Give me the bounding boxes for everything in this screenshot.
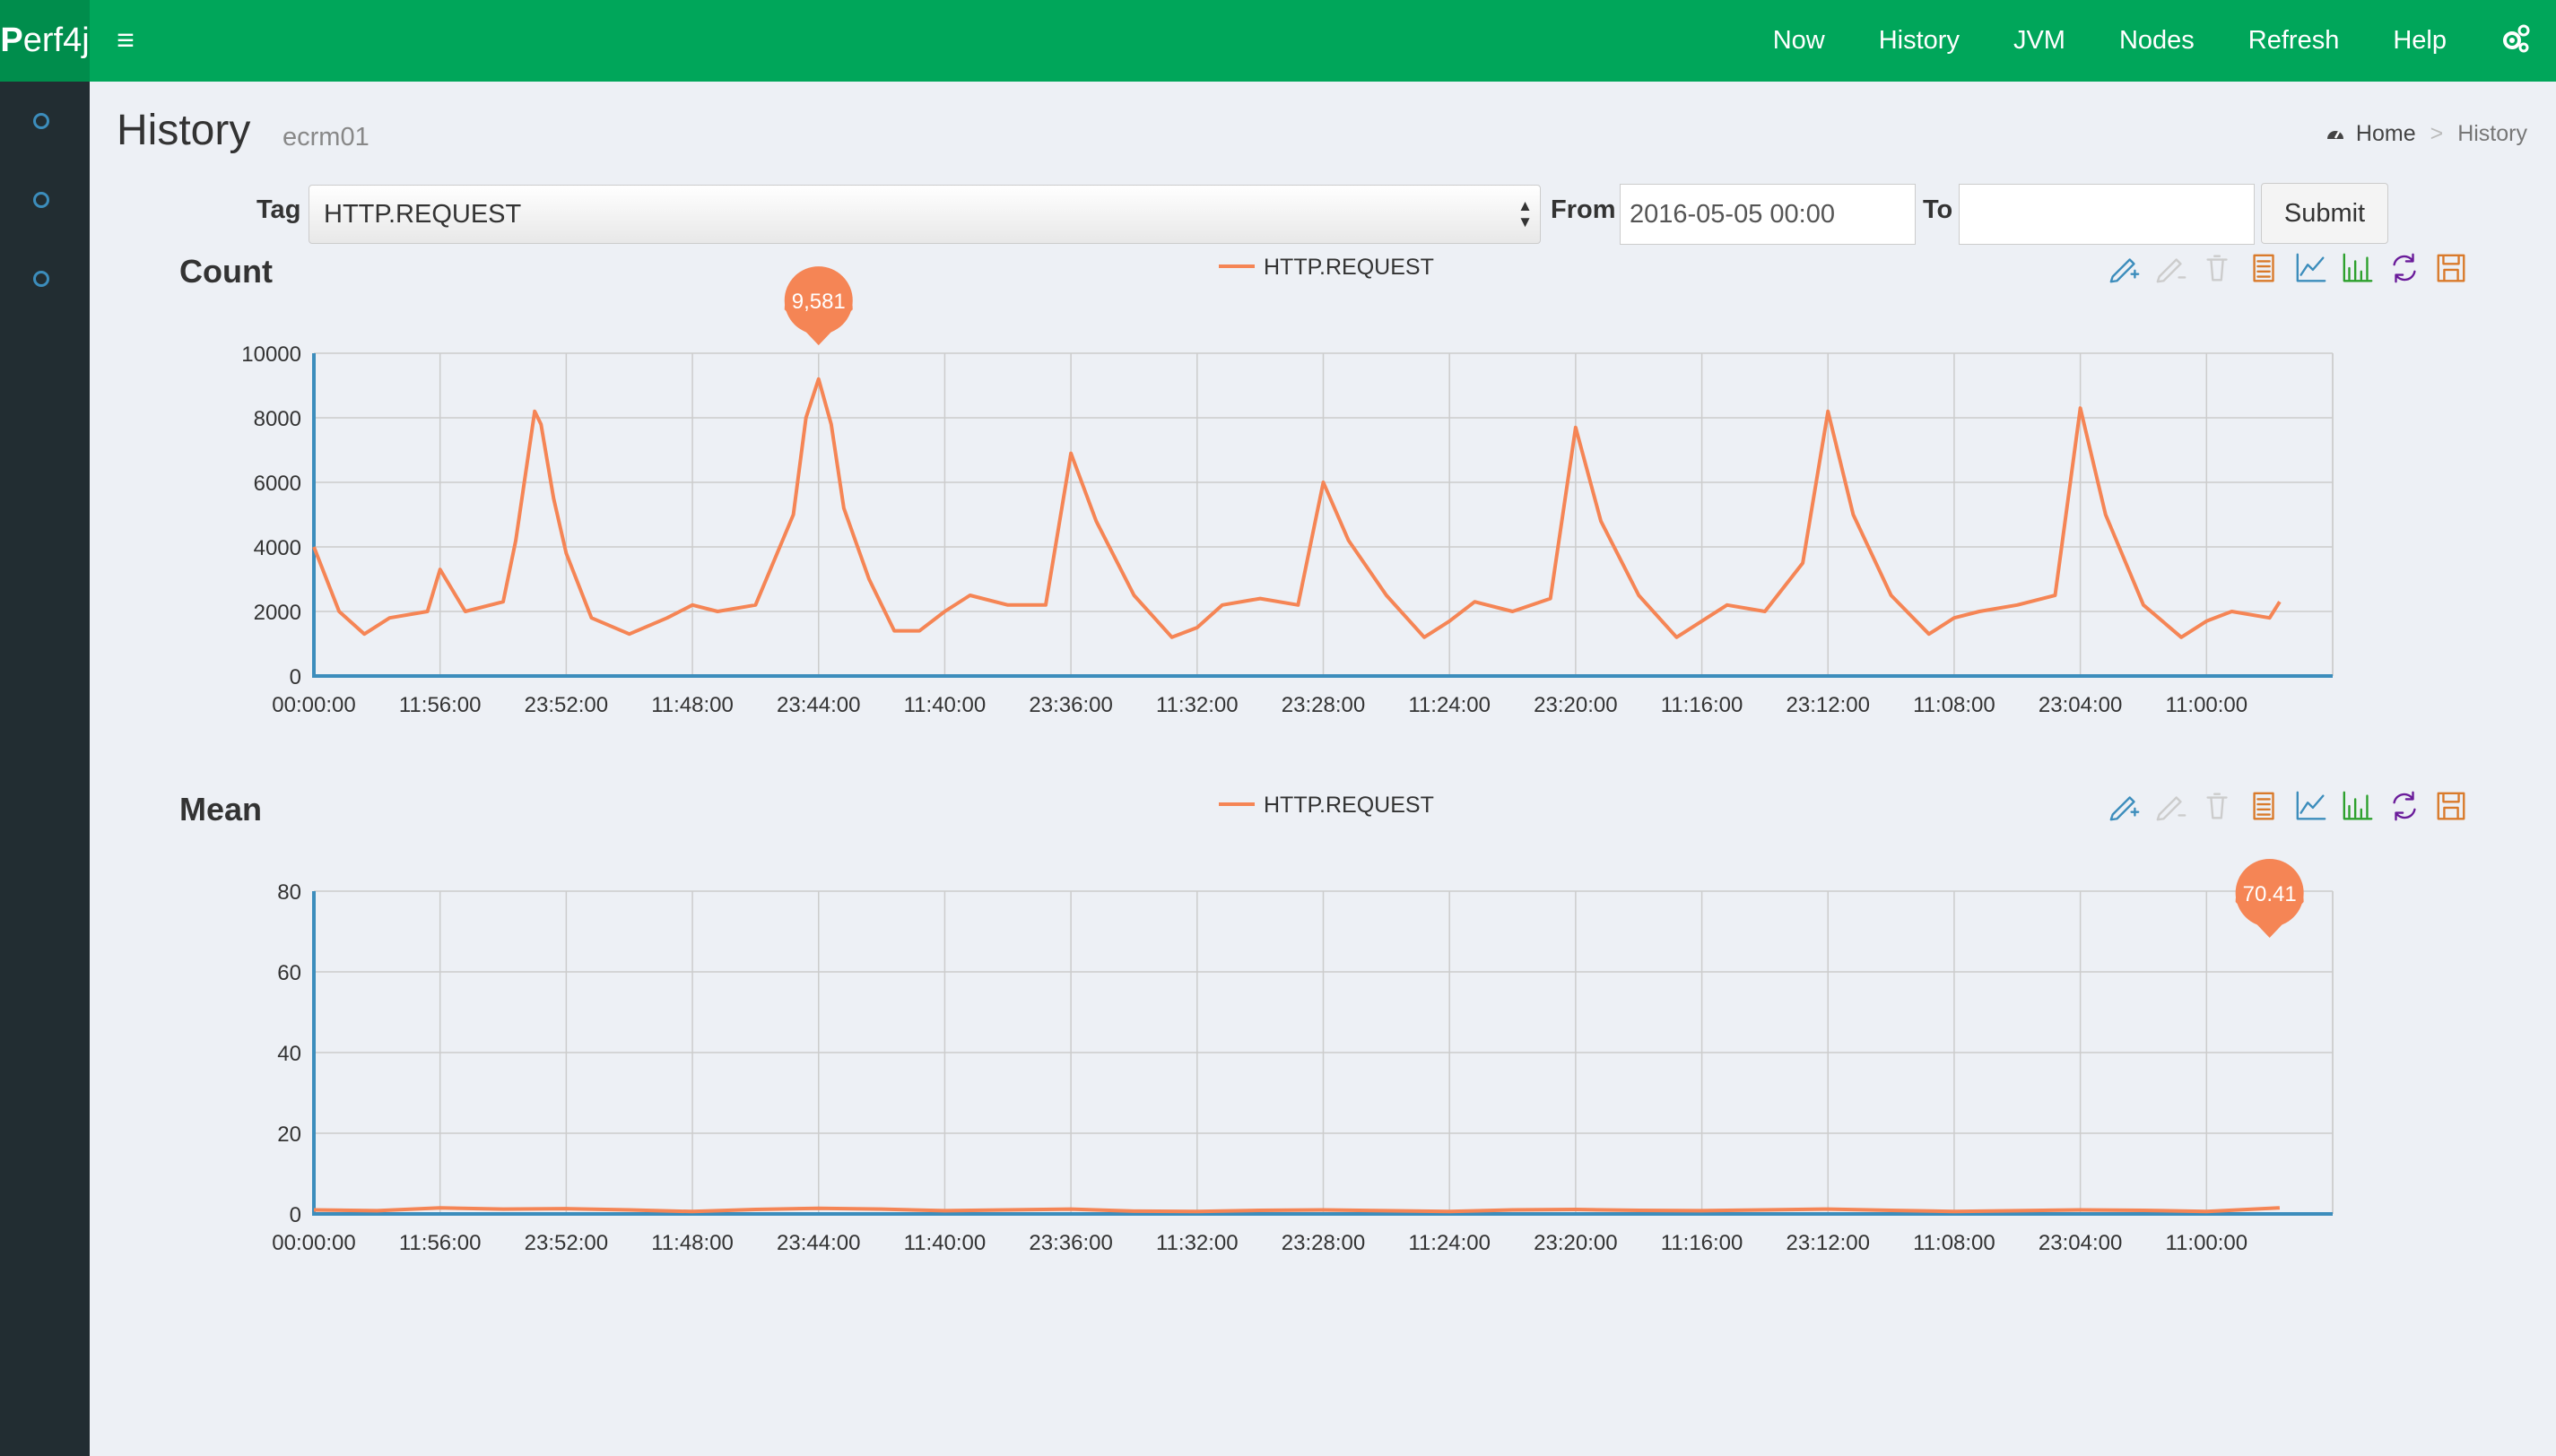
x-tick-label: 11:56:00 bbox=[399, 1231, 482, 1255]
x-tick-label: 11:32:00 bbox=[1156, 1231, 1239, 1255]
x-tick-label: 23:12:00 bbox=[1787, 693, 1870, 717]
y-tick-label: 10000 bbox=[241, 342, 301, 367]
x-tick-label: 11:48:00 bbox=[651, 1231, 734, 1255]
x-tick-label: 23:20:00 bbox=[1534, 1231, 1617, 1255]
x-tick-label: 11:40:00 bbox=[904, 693, 987, 717]
marker-label: 70.41 bbox=[2243, 882, 2297, 906]
x-tick-label: 00:00:00 bbox=[272, 693, 355, 717]
y-tick-label: 20 bbox=[277, 1122, 301, 1147]
x-tick-label: 23:04:00 bbox=[2039, 693, 2122, 717]
y-tick-label: 60 bbox=[277, 961, 301, 985]
x-tick-label: 11:48:00 bbox=[651, 693, 734, 717]
x-tick-label: 11:32:00 bbox=[1156, 693, 1239, 717]
x-tick-label: 23:36:00 bbox=[1029, 693, 1112, 717]
x-tick-label: 11:24:00 bbox=[1408, 693, 1491, 717]
x-tick-label: 11:56:00 bbox=[399, 693, 482, 717]
y-tick-label: 0 bbox=[290, 1203, 301, 1227]
legend-label: HTTP.REQUEST bbox=[1264, 793, 1434, 818]
x-tick-label: 11:08:00 bbox=[1913, 1231, 1995, 1255]
x-tick-label: 23:04:00 bbox=[2039, 1231, 2122, 1255]
x-tick-label: 11:08:00 bbox=[1913, 693, 1995, 717]
x-tick-label: 23:44:00 bbox=[777, 693, 860, 717]
x-tick-label: 11:00:00 bbox=[2165, 1231, 2247, 1255]
max-value-marker: 70.41 bbox=[2235, 859, 2304, 938]
chart-mean: 0 20 40 60 80 00:00:00 11:56:00 23:52:00 11:48:0… bbox=[272, 793, 2334, 1255]
x-tick-label: 11:16:00 bbox=[1661, 1231, 1743, 1255]
x-tick-label: 11:00:00 bbox=[2165, 693, 2247, 717]
x-tick-label: 11:16:00 bbox=[1661, 693, 1743, 717]
x-tick-label: 23:28:00 bbox=[1282, 1231, 1365, 1255]
marker-label: 9,581 bbox=[792, 290, 846, 314]
y-tick-label: 2000 bbox=[254, 601, 301, 625]
max-value-marker: 9,581 bbox=[784, 266, 853, 346]
y-tick-label: 0 bbox=[290, 665, 301, 689]
x-tick-label: 11:40:00 bbox=[904, 1231, 987, 1255]
y-tick-label: 8000 bbox=[254, 407, 301, 431]
x-tick-label: 23:12:00 bbox=[1787, 1231, 1870, 1255]
y-tick-label: 40 bbox=[277, 1042, 301, 1066]
chart-count: 0 2000 4000 6000 8000 10000 00:00:00 11:56:00 23… bbox=[241, 255, 2334, 717]
x-tick-label: 23:52:00 bbox=[525, 1231, 608, 1255]
x-tick-label: 23:44:00 bbox=[777, 1231, 860, 1255]
y-tick-label: 80 bbox=[277, 880, 301, 905]
y-tick-label: 4000 bbox=[254, 536, 301, 560]
y-tick-label: 6000 bbox=[254, 472, 301, 496]
x-tick-label: 00:00:00 bbox=[272, 1231, 355, 1255]
x-tick-label: 11:24:00 bbox=[1408, 1231, 1491, 1255]
x-tick-label: 23:20:00 bbox=[1534, 693, 1617, 717]
charts-canvas: 0 2000 4000 6000 8000 10000 00:00:00 11:56:00 23… bbox=[241, 255, 2334, 1255]
legend-label: HTTP.REQUEST bbox=[1264, 255, 1434, 280]
x-tick-label: 23:52:00 bbox=[525, 693, 608, 717]
x-tick-label: 23:36:00 bbox=[1029, 1231, 1112, 1255]
series-line-http-request bbox=[313, 1206, 2281, 1214]
x-tick-label: 23:28:00 bbox=[1282, 693, 1365, 717]
